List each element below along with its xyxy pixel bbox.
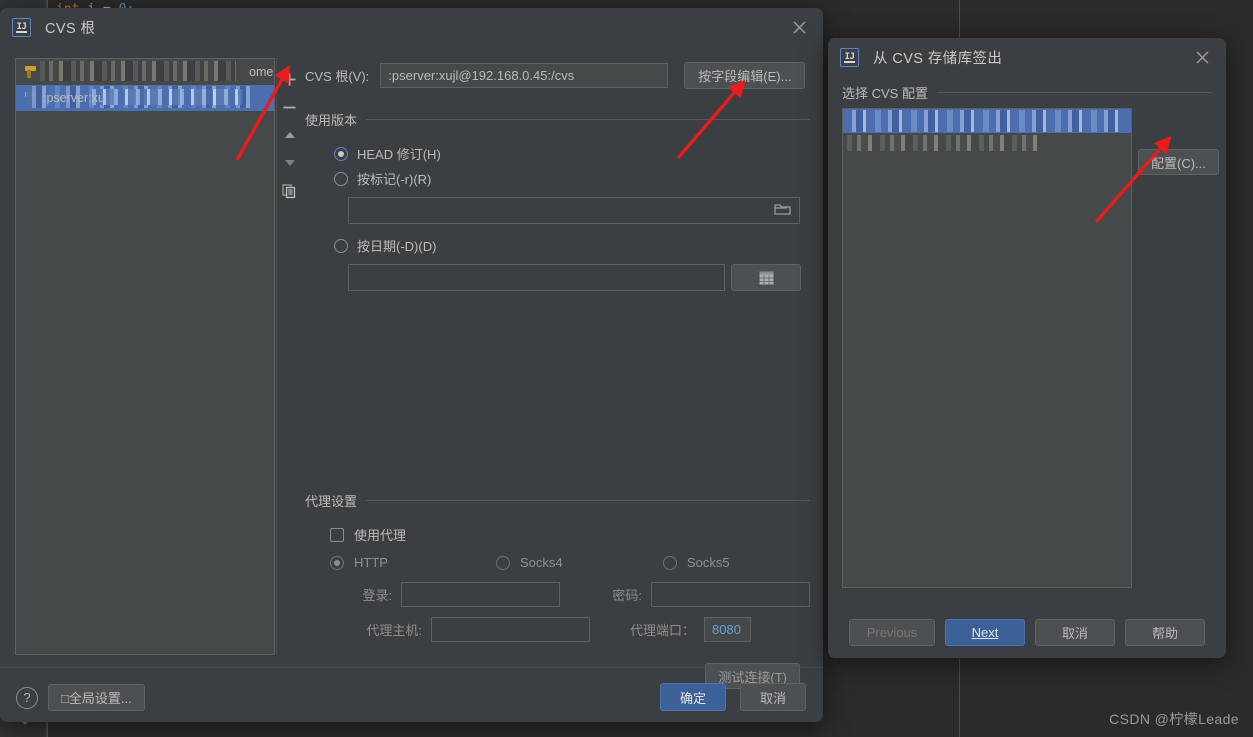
previous-button[interactable]: Previous (849, 618, 935, 646)
checkout-footer: Previous Next 取消 帮助 (828, 606, 1226, 658)
proxy-credentials-row: 登录: 密码: (330, 582, 810, 607)
use-proxy-checkbox[interactable] (330, 527, 344, 542)
cvs-root-input[interactable] (380, 63, 669, 88)
checkout-title-bar: IJ 从 CVS 存储库签出 (828, 38, 1226, 77)
cvs-root-list-toolbar (276, 58, 302, 655)
list-item[interactable] (843, 109, 1131, 133)
list-item-label: :pserver:xu (43, 91, 105, 105)
proxy-type-row: HTTP Socks4 Socks5 (330, 555, 810, 570)
list-item[interactable] (843, 133, 1131, 157)
server-icon (24, 65, 38, 79)
list-item-label: ome (249, 65, 274, 79)
move-down-button[interactable] (278, 149, 302, 177)
global-settings-button[interactable]: □全局设置... (48, 684, 145, 711)
calendar-picker-button[interactable] (731, 264, 801, 291)
close-icon[interactable] (788, 17, 810, 39)
cvs-config-list[interactable] (842, 108, 1132, 588)
tag-field-row (348, 197, 810, 224)
proxy-login-input[interactable] (401, 582, 561, 607)
checkout-dialog: IJ 从 CVS 存储库签出 选择 CVS 配置 配置(C)... Previo… (828, 38, 1226, 658)
cvs-root-list[interactable]: ome :pserver:xu (15, 58, 275, 655)
next-button-label: Next (971, 624, 999, 640)
use-proxy-row[interactable]: 使用代理 (330, 525, 810, 544)
group-divider (366, 500, 810, 501)
help-button[interactable]: 帮助 (1125, 618, 1205, 646)
remove-button[interactable] (278, 93, 302, 121)
version-group-header: 使用版本 (305, 110, 810, 129)
by-date-radio[interactable] (334, 238, 348, 253)
version-group-title: 使用版本 (305, 113, 358, 128)
date-field-row (348, 264, 810, 291)
proxy-socks5-radio[interactable] (663, 555, 677, 570)
select-config-header: 选择 CVS 配置 (842, 83, 1212, 102)
cvs-root-settings: CVS 根(V): 按字段编辑(E)... 使用版本 HEAD 修订(H) 按标… (305, 47, 810, 689)
proxy-host-label: 代理主机: (366, 623, 422, 638)
cvs-root-dialog-title: CVS 根 (45, 21, 96, 37)
head-revision-option[interactable]: HEAD 修订(H) (334, 144, 810, 163)
intellij-logo-icon: IJ (840, 48, 859, 67)
proxy-host-input[interactable] (431, 617, 590, 642)
proxy-login-label: 登录: (362, 588, 393, 603)
by-tag-radio[interactable] (334, 171, 348, 186)
add-button[interactable] (278, 65, 302, 93)
proxy-password-label: 密码: (612, 588, 642, 603)
cvs-root-label: CVS 根(V): (305, 69, 370, 84)
date-input[interactable] (348, 264, 725, 291)
calendar-icon (759, 271, 773, 284)
proxy-group-header: 代理设置 (305, 491, 810, 510)
cvs-root-body: ome :pserver:xu CVS 根(V)::pserver:xujl@… (0, 47, 823, 689)
folder-icon[interactable] (774, 202, 791, 219)
cvs-root-title-bar: IJ CVS 根 (0, 8, 823, 47)
by-tag-label: 按标记(-r)(R) (357, 172, 432, 187)
proxy-socks4-radio[interactable] (496, 555, 510, 570)
cvs-root-footer: ? □全局设置... 确定 取消 (0, 667, 823, 722)
edit-by-field-button[interactable]: 按字段编辑(E)... (684, 62, 806, 89)
proxy-socks4-label: Socks4 (520, 555, 563, 570)
proxy-http-label: HTTP (354, 555, 388, 570)
redacted-text (92, 89, 242, 105)
next-button[interactable]: Next (945, 618, 1025, 646)
by-date-option[interactable]: 按日期(-D)(D) (334, 236, 810, 255)
list-item[interactable]: :pserver:xu (16, 85, 274, 111)
cvs-root-dialog: IJ CVS 根 ome :pserver:xu CVS 根(V)::pser… (0, 8, 823, 722)
intellij-logo-icon: IJ (12, 18, 31, 37)
configure-button[interactable]: 配置(C)... (1138, 149, 1219, 175)
group-divider (936, 92, 1212, 93)
proxy-group-title: 代理设置 (305, 494, 358, 509)
proxy-socks5-label: Socks5 (687, 555, 730, 570)
head-revision-radio[interactable] (334, 146, 348, 161)
list-item[interactable]: ome (16, 59, 274, 85)
help-icon[interactable]: ? (16, 686, 38, 709)
redacted-text (845, 110, 1127, 132)
copy-button[interactable] (278, 177, 302, 205)
by-date-label: 按日期(-D)(D) (357, 239, 437, 254)
group-divider (366, 119, 810, 120)
redacted-text (40, 61, 236, 81)
screenshot-root: int i = 0; IJ CVS 根 ome (0, 0, 1253, 737)
cancel-button[interactable]: 取消 (1035, 618, 1115, 646)
checkout-dialog-title: 从 CVS 存储库签出 (873, 51, 1003, 67)
cancel-button[interactable]: 取消 (740, 683, 806, 711)
proxy-port-label: 代理端口： (629, 623, 695, 638)
proxy-http-radio[interactable] (330, 555, 344, 570)
server-icon (24, 91, 38, 105)
proxy-host-row: 代理主机: 代理端口： (330, 617, 810, 642)
close-icon[interactable] (1191, 47, 1213, 69)
ok-button[interactable]: 确定 (660, 683, 726, 711)
proxy-port-input[interactable] (704, 617, 751, 642)
select-config-title: 选择 CVS 配置 (842, 86, 928, 101)
move-up-button[interactable] (278, 121, 302, 149)
redacted-text (847, 135, 1037, 151)
use-proxy-label: 使用代理 (354, 528, 407, 543)
cvs-root-field-row: CVS 根(V): 按字段编辑(E)... (305, 62, 810, 89)
by-tag-option[interactable]: 按标记(-r)(R) (334, 169, 810, 188)
proxy-password-input[interactable] (651, 582, 810, 607)
csdn-watermark: CSDN @柠檬Leade (1109, 711, 1239, 727)
tag-input[interactable] (348, 197, 800, 224)
head-revision-label: HEAD 修订(H) (357, 147, 441, 162)
